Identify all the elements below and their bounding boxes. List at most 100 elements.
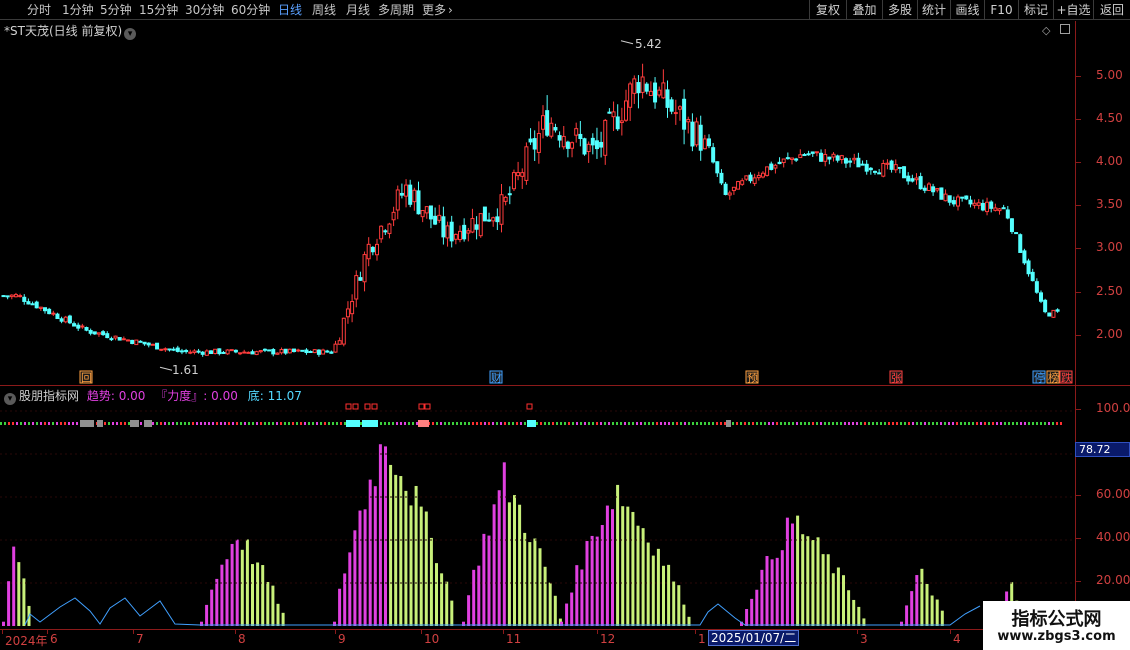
candle-down: [441, 216, 446, 238]
signal-square: [418, 403, 425, 410]
back-button[interactable]: 返回: [1093, 0, 1130, 20]
add-watchlist-button[interactable]: +自选: [1053, 0, 1093, 20]
candlestick-chart[interactable]: 5.42 1.61 回 财 预 张 停榜跌: [0, 21, 1075, 385]
bottom-line-series: [24, 597, 981, 626]
histogram-bar-falling: [266, 581, 270, 626]
candle-down: [267, 349, 272, 352]
candle-down: [810, 151, 815, 154]
indicator-chart[interactable]: [0, 386, 1075, 628]
candle-up: [536, 132, 541, 153]
signal-dot: [4, 422, 6, 425]
signal-dot: [288, 422, 290, 425]
histogram-bar-rising: [230, 543, 234, 626]
x-tick-label: 3: [860, 632, 868, 646]
candle-up: [38, 306, 43, 309]
candle-down: [707, 138, 711, 147]
candle-down: [171, 348, 176, 351]
period-tab-5min[interactable]: 5分钟: [100, 2, 132, 18]
signal-dot: [568, 422, 570, 425]
draw-line-button[interactable]: 画线: [950, 0, 984, 20]
window-icon[interactable]: [1060, 24, 1070, 34]
signal-dot: [628, 422, 630, 425]
mark-button[interactable]: 标记: [1018, 0, 1053, 20]
candle-down: [308, 351, 313, 354]
toolbar: 分时 1分钟 5分钟 15分钟 30分钟 60分钟 日线 周线 月线 多周期 更…: [0, 0, 1130, 20]
high-pointer: [620, 40, 634, 45]
x-tick-mark: [421, 630, 422, 634]
signal-dot: [860, 422, 862, 425]
signal-dot: [644, 422, 646, 425]
signal-dot: [708, 422, 710, 425]
signal-block: [418, 420, 429, 427]
signal-dot: [524, 422, 526, 425]
chevron-down-icon[interactable]: ▾: [4, 393, 16, 405]
period-tab-more[interactable]: 更多 ›: [422, 2, 453, 18]
f10-button[interactable]: F10: [984, 0, 1018, 20]
period-tab-monthly[interactable]: 月线: [346, 2, 370, 18]
signal-dot: [580, 422, 582, 425]
signal-dot: [416, 422, 418, 425]
indicator-name: 股朋指标网: [19, 389, 80, 403]
candle-down: [590, 137, 595, 146]
signal-dot: [20, 422, 22, 425]
period-tab-multi[interactable]: 多周期: [378, 2, 414, 18]
signal-dot: [44, 422, 46, 425]
signal-dot: [492, 422, 494, 425]
histogram-bar-falling: [801, 534, 805, 626]
period-tab-60min[interactable]: 60分钟: [231, 2, 270, 18]
histogram-bar-falling: [682, 604, 686, 626]
signal-dot: [788, 422, 790, 425]
signal-dot: [592, 422, 594, 425]
candle-up: [926, 183, 931, 191]
chevron-down-icon[interactable]: ▾: [124, 28, 137, 40]
signal-dot: [948, 422, 950, 425]
signal-dot: [128, 422, 130, 425]
stats-button[interactable]: 统计: [917, 0, 950, 20]
candle-down: [250, 351, 255, 355]
signal-dot: [880, 422, 882, 425]
histogram-bar-rising: [910, 591, 914, 626]
multi-stock-button[interactable]: 多股: [882, 0, 917, 20]
signal-dot: [40, 422, 42, 425]
period-tab-daily[interactable]: 日线: [278, 2, 302, 18]
signal-dot: [664, 422, 666, 425]
signal-dot: [228, 422, 230, 425]
candle-up: [586, 143, 591, 152]
diamond-icon[interactable]: ◇: [1042, 24, 1050, 37]
signal-dot: [700, 422, 702, 425]
candle-up: [694, 121, 699, 146]
signal-dot: [540, 422, 542, 425]
candle-down: [117, 337, 122, 341]
price-axis: 5.00 4.50 4.00 3.50 3.00 2.50 2.00: [1075, 21, 1130, 385]
event-marker: 预: [745, 370, 759, 385]
signal-dot: [1020, 422, 1022, 425]
period-tab-30min[interactable]: 30分钟: [185, 2, 224, 18]
signal-dot: [32, 422, 34, 425]
candle-down: [922, 187, 927, 191]
candle-down: [130, 339, 135, 344]
candle-down: [794, 158, 799, 161]
signal-dot: [224, 422, 226, 425]
candle-up: [619, 120, 624, 124]
candle-up: [935, 188, 940, 191]
x-tick-label: 10: [424, 632, 440, 646]
candle-up: [499, 194, 504, 225]
signal-dot: [980, 422, 982, 425]
period-tab-time[interactable]: 分时: [27, 2, 51, 18]
signal-dot: [636, 422, 638, 425]
x-tick-label: 4: [953, 632, 961, 646]
period-tab-weekly[interactable]: 周线: [312, 2, 336, 18]
histogram-bar-falling: [424, 511, 428, 626]
period-tab-1min[interactable]: 1分钟: [62, 2, 94, 18]
candle-up: [96, 332, 101, 335]
period-tab-15min[interactable]: 15分钟: [139, 2, 178, 18]
histogram-bar-falling: [677, 585, 681, 626]
signal-dot: [960, 422, 962, 425]
x-tick-label: 12: [600, 632, 616, 646]
signal-dot: [248, 422, 250, 425]
signal-dot: [316, 422, 318, 425]
overlay-button[interactable]: 叠加: [846, 0, 882, 20]
histogram-bar-falling: [445, 581, 449, 626]
adjust-button[interactable]: 复权: [809, 0, 846, 20]
signal-dot: [620, 422, 622, 425]
